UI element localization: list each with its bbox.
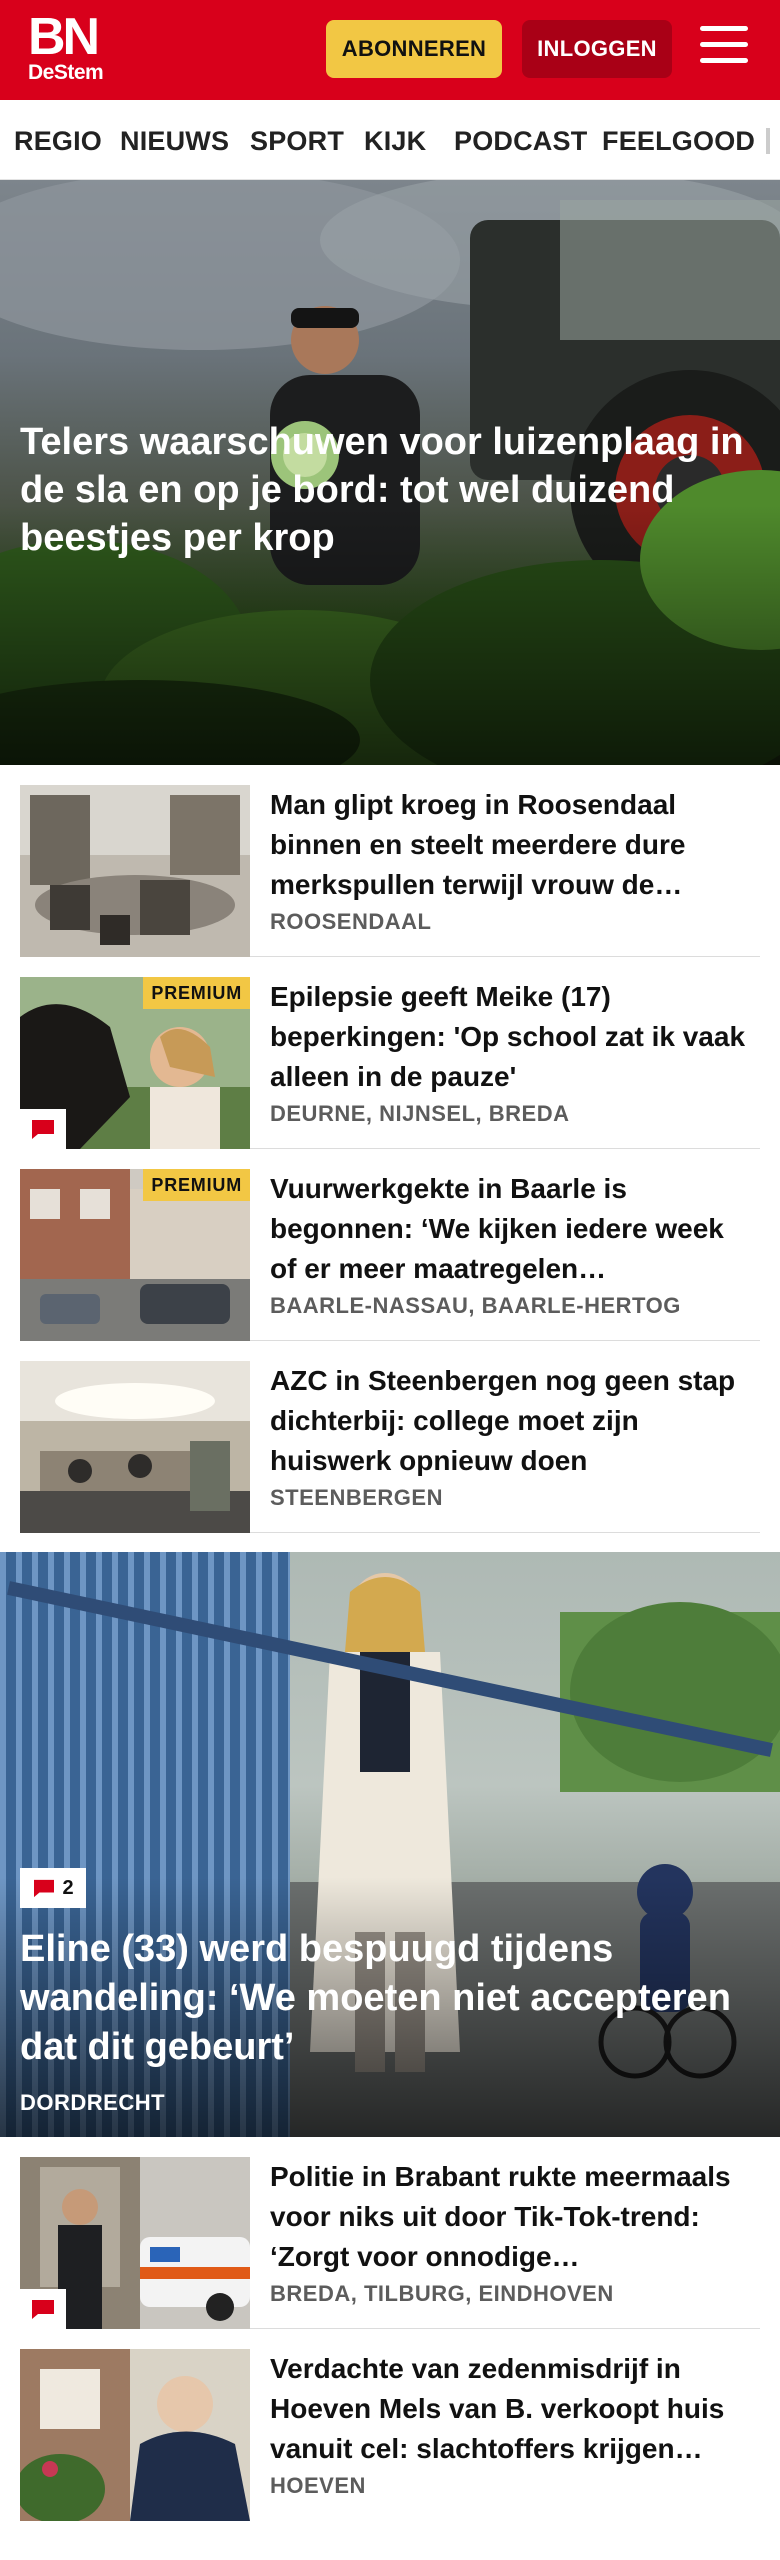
comment-icon <box>20 1109 66 1149</box>
hamburger-icon[interactable] <box>700 26 752 70</box>
hero-headline[interactable]: Telers waarschuwen voor luizenplaag in d… <box>20 418 760 562</box>
article-location: DEURNE, NIJNSEL, BREDA <box>270 1101 570 1126</box>
article-thumbnail[interactable] <box>20 1361 250 1533</box>
section-nav: REGIO NIEUWS SPORT KIJK PODCAST FEELGOOD <box>0 100 780 180</box>
article-headline[interactable]: Vuurwerkgekte in Baarle is begonnen: ‘We… <box>270 1169 750 1289</box>
article-location: HOEVEN <box>270 2473 366 2498</box>
premium-badge: PREMIUM <box>143 1169 250 1201</box>
site-logo[interactable]: BN DeStem <box>28 8 104 84</box>
article-headline[interactable]: Epilepsie geeft Meike (17) beperkingen: … <box>270 977 750 1097</box>
comment-count-badge[interactable]: 2 <box>20 1868 86 1908</box>
nav-item-regio[interactable]: REGIO <box>14 126 102 157</box>
article-headline[interactable]: Man glipt kroeg in Roosendaal binnen en … <box>270 785 750 905</box>
nav-item-kijk[interactable]: KIJK <box>364 126 426 157</box>
article-location: BREDA, TILBURG, EINDHOVEN <box>270 2281 614 2306</box>
feature-headline[interactable]: Eline (33) werd bespuugd tijdens wandeli… <box>20 1925 760 2072</box>
article-thumbnail[interactable]: PREMIUM <box>20 977 250 1149</box>
article-thumbnail[interactable] <box>20 785 250 957</box>
nav-item-podcast[interactable]: PODCAST <box>454 126 587 157</box>
list-item[interactable]: Man glipt kroeg in Roosendaal binnen en … <box>20 765 760 957</box>
article-thumbnail[interactable]: PREMIUM <box>20 1169 250 1341</box>
comment-count: 2 <box>62 1876 74 1899</box>
logo-mark: BN <box>28 8 100 66</box>
article-headline[interactable]: Politie in Brabant rukte meermaals voor … <box>270 2157 750 2277</box>
site-header: BN DeStem ABONNEREN INLOGGEN <box>0 0 780 100</box>
login-button[interactable]: INLOGGEN <box>522 20 672 78</box>
list-item[interactable]: PREMIUM Vuurwerkgekte in Baarle is begon… <box>20 1149 760 1341</box>
article-thumbnail[interactable] <box>20 2157 250 2329</box>
article-thumbnail[interactable] <box>20 2349 250 2521</box>
article-location: ROOSENDAAL <box>270 909 432 934</box>
logo-subtitle: DeStem <box>28 61 104 84</box>
nav-item-nieuws[interactable]: NIEUWS <box>120 126 229 157</box>
article-location: BAARLE-NASSAU, BAARLE-HERTOG <box>270 1293 681 1318</box>
list-item[interactable]: Politie in Brabant rukte meermaals voor … <box>20 2137 760 2329</box>
article-headline[interactable]: AZC in Steenbergen nog geen stap dichter… <box>270 1361 750 1481</box>
nav-item-feelgood[interactable]: FEELGOOD <box>602 126 755 157</box>
list-item[interactable]: PREMIUM Epilepsie geeft Meike (17) beper… <box>20 957 760 1149</box>
article-headline[interactable]: Verdachte van zedenmisdrijf in Hoeven Me… <box>270 2349 750 2469</box>
list-item[interactable]: AZC in Steenbergen nog geen stap dichter… <box>20 1341 760 1533</box>
list-item[interactable]: Verdachte van zedenmisdrijf in Hoeven Me… <box>20 2329 760 2521</box>
premium-badge: PREMIUM <box>143 977 250 1009</box>
comment-icon <box>34 1879 55 1898</box>
nav-item-sport[interactable]: SPORT <box>250 126 344 157</box>
comment-icon <box>20 2289 66 2329</box>
article-location: STEENBERGEN <box>270 1485 443 1510</box>
nav-overflow-indicator <box>766 128 770 154</box>
feature-location: DORDRECHT <box>20 2090 166 2115</box>
subscribe-button[interactable]: ABONNEREN <box>326 20 502 78</box>
